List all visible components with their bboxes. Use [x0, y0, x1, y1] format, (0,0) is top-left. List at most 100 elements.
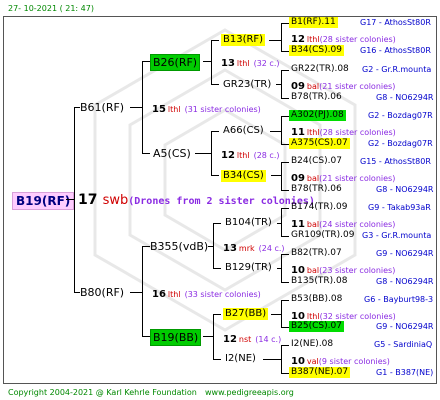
connector: [142, 61, 143, 154]
year: 11: [291, 219, 305, 230]
ancestor-location: G9 - NO6294R: [376, 322, 434, 331]
ancestor-location: G16 - AthosSt80R: [360, 46, 431, 55]
connector: [211, 131, 212, 176]
ancestor-location: G9 - NO6294R: [376, 249, 434, 258]
connector: [213, 314, 221, 315]
connector: [281, 254, 289, 255]
connector: [142, 246, 143, 337]
sisters: (23 sister colonies): [319, 266, 396, 275]
ancestor-top: B24(CS).07: [291, 156, 342, 166]
connector: [281, 70, 282, 99]
connector: [142, 246, 150, 247]
connector: [281, 373, 289, 374]
connector: [211, 131, 219, 132]
ancestor-mating: 09 bal(21 sister colonies): [291, 170, 395, 184]
connector: [130, 292, 142, 293]
connector: [281, 23, 282, 52]
ancestor-top: B53(BB).08: [291, 294, 343, 304]
connector: [203, 61, 211, 62]
year: 10: [291, 356, 305, 367]
ancestor-mating: 10 bal(23 sister colonies): [291, 262, 395, 276]
sisters: (24 c.): [258, 244, 285, 253]
connector: [281, 208, 289, 209]
ancestor-mating: 10 val(9 sister colonies): [291, 353, 390, 367]
ancestor-bottom: B387(NE).07: [289, 367, 351, 378]
ancestor-location: G3 - Gr.R.mounta: [362, 231, 432, 240]
connector: [142, 153, 150, 154]
sisters: (32 c.): [253, 59, 280, 68]
queen-b355: B355(vdB): [150, 240, 209, 253]
queen-b13: B13(RF): [221, 34, 266, 46]
connector: [130, 107, 142, 108]
gen2-lower-year: 16: [152, 289, 166, 300]
connector: [281, 23, 289, 24]
ancestor-top: B1(RF).11: [289, 17, 338, 28]
ancestor-top: I2(NE).08: [291, 339, 334, 349]
year: 10: [291, 265, 305, 276]
breeder: lthl: [306, 128, 320, 137]
connector: [66, 199, 74, 200]
connector: [74, 107, 75, 293]
gen2-upper-sisters: (31 sister colonies): [184, 105, 261, 114]
breeder: lthl: [306, 312, 320, 321]
connector: [281, 208, 282, 237]
queen-a66: A66(CS): [223, 125, 264, 136]
gen3-b26-mating: 13 lthl (32 c.): [221, 55, 279, 70]
ancestor-bottom: GR109(TR).09: [291, 230, 355, 240]
connector: [211, 175, 219, 176]
ancestor-bottom: B135(TR).08: [291, 276, 348, 286]
connector: [281, 236, 289, 237]
breeder: bal: [306, 174, 320, 183]
connector: [263, 359, 281, 360]
ancestor-bottom: B78(TR).06: [291, 92, 342, 102]
connector: [213, 268, 221, 269]
connector: [213, 223, 221, 224]
connector: [203, 336, 213, 337]
connector: [281, 162, 289, 163]
connector: [281, 282, 289, 283]
sisters: (28 sister colonies): [319, 128, 396, 137]
ancestor-location: G5 - SardiniaQ: [374, 340, 433, 349]
connector: [213, 314, 214, 360]
queen-i2: I2(NE): [225, 353, 256, 364]
connector: [281, 98, 289, 99]
ancestor-top: B82(TR).07: [291, 248, 342, 258]
breeder: lthl: [236, 151, 250, 160]
sisters: (28 c.): [253, 151, 280, 160]
footer-copyright: Copyright 2004-2021 @ Karl Kehrle Founda…: [8, 388, 197, 397]
ancestor-location: G8 - NO6294R: [376, 277, 434, 286]
gen2-upper-year: 15: [152, 104, 166, 115]
connector: [281, 345, 289, 346]
connector: [281, 70, 289, 71]
footer-site-link[interactable]: www.pedigreeapis.org: [205, 387, 294, 399]
connector: [281, 300, 282, 328]
ancestor-mating: 11 lthl(28 sister colonies): [291, 124, 396, 138]
queen-b129: B129(TR): [225, 262, 272, 273]
pedigree-chart: { "header": {"date": "27- 10-2021 ( 21: …: [0, 0, 440, 400]
breeder: mrk: [238, 244, 255, 253]
sisters: (24 sister colonies): [319, 220, 396, 229]
breeder: lthl: [306, 35, 320, 44]
year: 13: [221, 58, 235, 69]
connector: [142, 336, 150, 337]
connector: [281, 51, 289, 52]
root-note: (Drones from 2 sister colonies): [128, 196, 315, 207]
ancestor-mating: 12 lthl(28 sister colonies): [291, 31, 396, 45]
connector: [270, 131, 281, 132]
ancestor-location: G2 - Gr.R.mounta: [362, 65, 432, 74]
ancestor-mating: 10 lthl(32 sister colonies): [291, 308, 396, 322]
year: 12: [223, 334, 237, 345]
header-date: 27- 10-2021 ( 21: 47): [8, 4, 94, 13]
root-mating: 17 swb(Drones from 2 sister colonies): [78, 192, 315, 209]
breeder: val: [306, 357, 319, 366]
connector: [281, 190, 289, 191]
sisters: (28 sister colonies): [319, 35, 396, 44]
year: 09: [291, 81, 305, 92]
gen3-b355-mating: 13 mrk (24 c.): [223, 240, 285, 255]
connector: [211, 84, 219, 85]
queen-b104: B104(TR): [225, 217, 272, 228]
gen2-lower-mating: 16 lthl (33 sister colonies): [152, 286, 261, 301]
connector: [281, 162, 282, 191]
queen-a5: A5(CS): [153, 147, 191, 160]
ancestor-top: GR22(TR).08: [291, 64, 349, 74]
